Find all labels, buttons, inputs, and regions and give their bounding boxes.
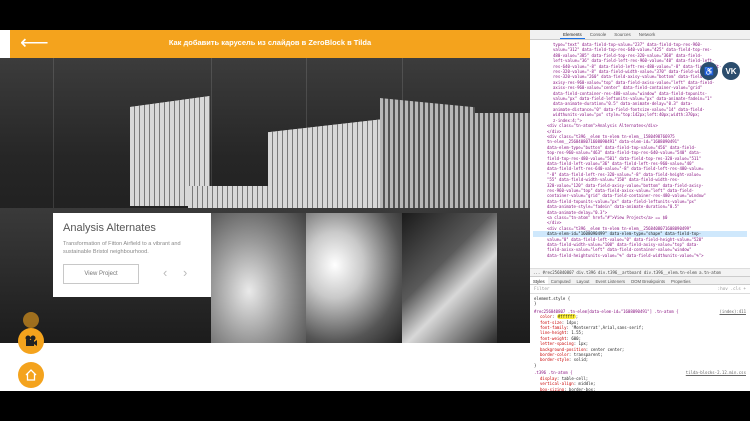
building-image (470, 113, 530, 213)
styles-subtab[interactable]: DOM Breakpoints (628, 277, 668, 284)
filter-placeholder: Filter (534, 287, 550, 292)
header-bar: ⟵ Как добавить карусель из слайдов в Zer… (10, 30, 530, 58)
css-property-name[interactable]: letter-spacing (540, 341, 574, 346)
css-property-value[interactable]: table-cell (562, 376, 586, 381)
devtools-tab[interactable]: Sources (611, 30, 634, 39)
css-property-name[interactable]: color (540, 314, 552, 319)
css-property-value[interactable]: center center (591, 347, 622, 352)
css-property-name[interactable]: vertical-align (540, 381, 574, 386)
accessibility-icon[interactable]: ♿ (700, 62, 718, 80)
building-image (380, 98, 475, 213)
slide-heading: Analysis Alternates (63, 222, 156, 234)
styles-pane: element.style { } (index):411 #rec256840… (534, 296, 747, 391)
rule-source-link[interactable]: (index):411 (720, 309, 747, 314)
css-property-value[interactable]: 600 (571, 336, 578, 341)
page-title: Как добавить карусель из слайдов в ZeroB… (168, 38, 372, 47)
devtools-tab[interactable]: Elements (560, 30, 585, 39)
css-property-value[interactable]: #ffffff (556, 314, 576, 320)
home-icon[interactable] (18, 362, 44, 388)
css-property-name[interactable]: border-color (540, 352, 569, 357)
css-property-name[interactable]: font-weight (540, 336, 567, 341)
css-property-name[interactable]: border-style (540, 357, 569, 362)
carousel-slide-image[interactable] (211, 213, 306, 343)
css-property-value[interactable]: 'Montserrat',Arial,sans-serif (571, 325, 641, 330)
devtools-tab[interactable]: Network (636, 30, 659, 39)
styles-subtab[interactable]: Styles (530, 277, 548, 284)
dom-breadcrumb[interactable]: ... #rec256840807 div.t396 div.t396__art… (530, 268, 750, 276)
css-declaration[interactable]: box-sizing: border-box; (534, 387, 746, 392)
filter-options[interactable]: :hov .cls + (718, 285, 746, 294)
carousel-slide-image[interactable] (402, 213, 497, 343)
carousel-next-arrow-icon[interactable]: › (183, 265, 187, 280)
share-buttons: ♿ VK (700, 62, 740, 80)
slide-caption-card: Analysis Alternates Transformation of Fi… (53, 213, 211, 297)
devtools-panel: Elements Console Sources Network type="text… (530, 30, 750, 391)
styles-tabs: Styles Computed Layout Event Listeners DOM B… (530, 276, 750, 285)
rule2-source-link[interactable]: tilda-blocks-2.12.min.css (686, 370, 746, 375)
screen: ⟵ Как добавить карусель из слайдов в Zer… (0, 0, 750, 421)
css-property-value[interactable]: border-box (569, 387, 593, 392)
rule-properties[interactable]: color: #ffffff; font-size: 14px; font-fami… (534, 314, 746, 363)
slide-description: Transformation of Fitton Airfield to a v… (63, 241, 181, 255)
css-property-name[interactable]: display (540, 376, 557, 381)
css-property-value[interactable]: 1px (579, 341, 586, 346)
devtools-tab[interactable]: Console (587, 30, 610, 39)
view-project-button[interactable]: View Project (63, 264, 139, 284)
vk-share-icon[interactable]: VK (722, 62, 740, 80)
carousel-slide-image[interactable] (306, 213, 402, 343)
css-property-value[interactable]: middle (579, 381, 593, 386)
carousel-prev-arrow-icon[interactable]: ‹ (163, 265, 167, 280)
css-property-name[interactable]: background-position (540, 347, 586, 352)
css-property-value[interactable]: 14px (567, 320, 577, 325)
video-camera-icon[interactable] (18, 328, 44, 354)
styles-subtab[interactable]: Layout (574, 277, 593, 284)
building-image (268, 118, 393, 213)
dot-icon[interactable] (23, 312, 39, 328)
css-property-name[interactable]: font-size (540, 320, 562, 325)
styles-subtab[interactable]: Properties (668, 277, 694, 284)
css-property-name[interactable]: font-family (540, 325, 567, 330)
styles-subtab[interactable]: Event Listeners (592, 277, 628, 284)
rule2-selector: .t396 .tn-atom { (534, 370, 573, 376)
rule2-properties[interactable]: display: table-cell; vertical-align: midd… (534, 376, 746, 391)
css-property-value[interactable]: solid (574, 357, 586, 362)
rule-selector: #rec256840807 .tn-elem[data-elem-id="160… (534, 308, 679, 314)
css-property-name[interactable]: line-height (540, 330, 567, 335)
css-property-name[interactable]: box-sizing (540, 387, 564, 392)
css-property-value[interactable]: 1.55 (571, 330, 581, 335)
styles-subtab[interactable]: Computed (548, 277, 574, 284)
styles-filter-input[interactable]: Filter :hov .cls + (530, 285, 750, 294)
devtools-tabs: Elements Console Sources Network (530, 30, 750, 40)
dom-node-line[interactable]: data-field-heightunits-value="%" data-fi… (533, 253, 747, 258)
css-property-value[interactable]: transparent (574, 352, 601, 357)
